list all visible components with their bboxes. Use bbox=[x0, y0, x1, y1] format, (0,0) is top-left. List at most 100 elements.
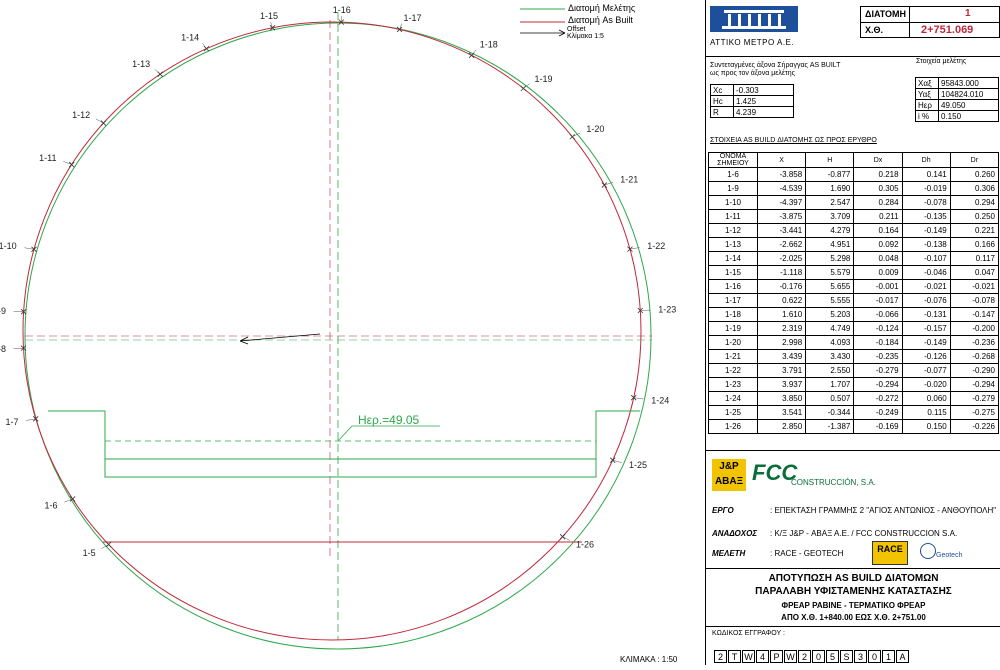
study-key: Ηερ bbox=[916, 100, 939, 111]
table-cell: -0.019 bbox=[902, 182, 950, 196]
table-cell: -4.539 bbox=[758, 182, 806, 196]
survey-point-label: 1-21 bbox=[620, 174, 638, 184]
table-row: 1-9-4.5391.6900.305-0.0190.306 bbox=[709, 182, 999, 196]
table-cell: -0.268 bbox=[950, 350, 998, 364]
table-cell: 1-10 bbox=[709, 196, 758, 210]
survey-point-label: 1-12 bbox=[72, 110, 90, 120]
table-cell: 0.009 bbox=[854, 266, 902, 280]
table-cell: -0.107 bbox=[902, 252, 950, 266]
survey-point-label: 1-15 bbox=[260, 11, 278, 21]
table-cell: 4.279 bbox=[806, 224, 854, 238]
table-cell: -2.662 bbox=[758, 238, 806, 252]
table-row: 1-202.9984.093-0.184-0.149-0.236 bbox=[709, 336, 999, 350]
title-line-4: ΑΠΟ Χ.Θ. 1+840.00 ΕΩΣ Χ.Θ. 2+751.00 bbox=[706, 613, 1000, 622]
table-cell: -1.387 bbox=[806, 420, 854, 434]
table-cell: 0.260 bbox=[950, 168, 998, 182]
asbuilt-section-circle bbox=[23, 22, 641, 640]
level-leader bbox=[338, 426, 440, 441]
table-cell: 0.150 bbox=[902, 420, 950, 434]
table-cell: 0.092 bbox=[854, 238, 902, 252]
table-cell: 1-11 bbox=[709, 210, 758, 224]
survey-point-label: 1-11 bbox=[39, 153, 56, 163]
survey-point: 1-14 bbox=[181, 33, 209, 51]
table-cell: 3.709 bbox=[806, 210, 854, 224]
table-cell: 0.048 bbox=[854, 252, 902, 266]
legend-offset-label: Offset bbox=[567, 26, 586, 33]
table-cell: -0.001 bbox=[854, 280, 902, 294]
survey-point-label: 1-25 bbox=[629, 460, 647, 470]
study-table: Χαξ95843.000 Υαξ104824.010 Ηερ49.050 i %… bbox=[915, 77, 999, 122]
table-cell: 0.115 bbox=[902, 406, 950, 420]
table-cell: -0.138 bbox=[902, 238, 950, 252]
title-line-2: ΠΑΡΑΛΑΒΗ ΥΦΙΣΤΑΜΕΝΗΣ ΚΑΤΑΣΤΑΣΗΣ bbox=[706, 586, 1000, 597]
survey-point-label: 1-7 bbox=[5, 417, 18, 427]
table-cell: 5.579 bbox=[806, 266, 854, 280]
coords-key: Hc bbox=[711, 96, 734, 107]
table-row: 1-223.7912.550-0.279-0.077-0.290 bbox=[709, 364, 999, 378]
table-cell: 2.319 bbox=[758, 322, 806, 336]
survey-point: 1-25 bbox=[610, 458, 647, 471]
study-value: 0.150 bbox=[939, 111, 999, 122]
table-cell: -0.078 bbox=[950, 294, 998, 308]
survey-point-label: 1-6 bbox=[45, 500, 58, 510]
table-cell: 0.164 bbox=[854, 224, 902, 238]
table-cell: -0.147 bbox=[950, 308, 998, 322]
code-char: W bbox=[784, 650, 797, 663]
coords-title-1: Συντεταγμένες άξονα Σήραγγας AS BUILT bbox=[710, 62, 840, 69]
study-value: 49.050 bbox=[939, 100, 999, 111]
survey-point-label: 1-16 bbox=[333, 5, 351, 15]
table-cell: 0.306 bbox=[950, 182, 998, 196]
code-char: P bbox=[770, 650, 783, 663]
table-cell: -0.294 bbox=[854, 378, 902, 392]
table-cell: -0.279 bbox=[950, 392, 998, 406]
table-cell: 2.550 bbox=[806, 364, 854, 378]
legend-design-label: Διατομή Μελέτης bbox=[568, 3, 635, 13]
table-row: 1-192.3194.749-0.124-0.157-0.200 bbox=[709, 322, 999, 336]
drawing-code-label: ΚΩΔΙΚΟΣ ΕΓΓΡΑΦΟΥ : bbox=[712, 630, 785, 637]
table-cell: 3.439 bbox=[758, 350, 806, 364]
asbuilt-data-table: ΟΝΟΜΑ ΣΗΜΕΙΟΥ X H Dx Dh Dr 1-6-3.858-0.8… bbox=[708, 152, 999, 434]
coords-value: -0.303 bbox=[734, 85, 794, 96]
survey-point: 1-18 bbox=[469, 40, 498, 58]
company-name: ΑΤΤΙΚΟ ΜΕΤΡΟ Α.Ε. bbox=[710, 38, 794, 47]
survey-point: 1-9 bbox=[0, 306, 26, 316]
chainage-value: 2+751.069 bbox=[921, 24, 973, 36]
coords-table: Xc-0.303 Hc1.425 R4.239 bbox=[710, 84, 794, 118]
table-row: 1-233.9371.707-0.294-0.020-0.294 bbox=[709, 378, 999, 392]
table-row: 1-11-3.8753.7090.211-0.1350.250 bbox=[709, 210, 999, 224]
table-cell: 5.298 bbox=[806, 252, 854, 266]
table-row: 1-13-2.6624.9510.092-0.1380.166 bbox=[709, 238, 999, 252]
table-cell: -0.184 bbox=[854, 336, 902, 350]
survey-point-label: 1-20 bbox=[586, 124, 604, 134]
table-cell: 1-26 bbox=[709, 420, 758, 434]
table-cell: 0.211 bbox=[854, 210, 902, 224]
table-cell: 1-19 bbox=[709, 322, 758, 336]
table-cell: 1-12 bbox=[709, 224, 758, 238]
table-cell: -0.021 bbox=[950, 280, 998, 294]
table-cell: -3.858 bbox=[758, 168, 806, 182]
survey-point: 1-23 bbox=[638, 305, 676, 315]
table-cell: 0.218 bbox=[854, 168, 902, 182]
title-line-3: ΦΡΕΑΡ ΡΑΒΙΝΕ - ΤΕΡΜΑΤΙΚΟ ΦΡΕΑΡ bbox=[706, 601, 1000, 610]
table-cell: 0.305 bbox=[854, 182, 902, 196]
chainage-label: Χ.Θ. bbox=[865, 25, 883, 35]
study-key: Χαξ bbox=[916, 78, 939, 89]
fcc-text: CONSTRUCCIÓN, S.A. bbox=[791, 478, 876, 487]
study-value: 95843.000 bbox=[939, 78, 999, 89]
table-row: 1-15-1.1185.5790.009-0.0460.047 bbox=[709, 266, 999, 280]
table-cell: 2.547 bbox=[806, 196, 854, 210]
table-row: 1-14-2.0255.2980.048-0.1070.117 bbox=[709, 252, 999, 266]
table-cell: 0.250 bbox=[950, 210, 998, 224]
survey-point-label: 1-10 bbox=[0, 241, 17, 251]
jp-abax-logo: J&P ΑΒΑΞ bbox=[712, 459, 746, 491]
table-row: 1-253.541-0.344-0.2490.115-0.275 bbox=[709, 406, 999, 420]
table-cell: 3.937 bbox=[758, 378, 806, 392]
table-cell: -0.020 bbox=[902, 378, 950, 392]
table-cell: -0.077 bbox=[902, 364, 950, 378]
table-cell: 2.998 bbox=[758, 336, 806, 350]
survey-point-label: 1-19 bbox=[535, 74, 553, 84]
table-cell: -0.126 bbox=[902, 350, 950, 364]
table-cell: 1-24 bbox=[709, 392, 758, 406]
coords-key: R bbox=[711, 107, 734, 118]
table-cell: 0.221 bbox=[950, 224, 998, 238]
